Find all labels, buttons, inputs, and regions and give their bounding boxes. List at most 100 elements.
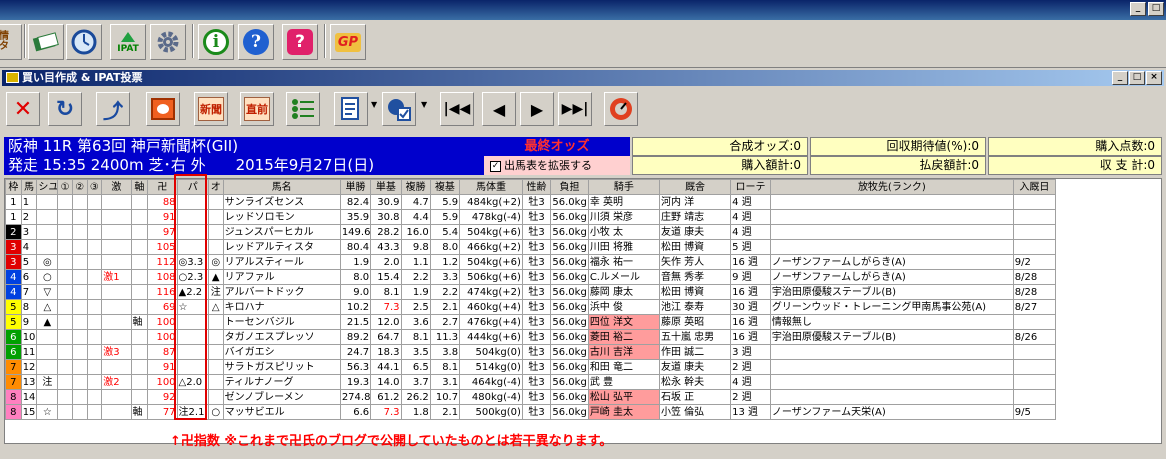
gp-button[interactable]: GP: [330, 24, 366, 60]
first-button[interactable]: |◀◀: [440, 92, 474, 126]
photo-button[interactable]: [146, 92, 180, 126]
cell-waku: 4: [5, 269, 22, 285]
main-restore-button[interactable]: □: [1148, 2, 1164, 16]
table-row[interactable]: 7 13 注激2 100 △2.0 ティルナノーグ 19.3 14.0 3.7 3.1 464kg(…: [5, 374, 1057, 390]
header-m3[interactable]: ③: [86, 179, 103, 195]
table-row[interactable]: 6 11 激3 87 バイガエシ 24.7 18.3 3.5 3.8 504kg(0) 牡3 56.0…: [5, 344, 1057, 360]
direct-button[interactable]: 直前: [240, 92, 274, 126]
cell-m3: [86, 194, 103, 210]
list-button[interactable]: [286, 92, 320, 126]
main-minimize-button[interactable]: _: [1130, 2, 1146, 16]
cell-win-odds: 89.2: [339, 329, 372, 345]
table-row[interactable]: 3 4 105 レッドアルティスタ 80.4 43.3 9.8 8.0 466kg(+2) 牡3 5…: [5, 239, 1057, 255]
cell-horse-name: リアルスティール: [222, 254, 341, 270]
ipat-button[interactable]: IPAT: [110, 24, 146, 60]
cell-geki: [101, 314, 132, 330]
cell-weight: 466kg(+2): [459, 239, 523, 255]
question-button[interactable]: ?: [282, 24, 318, 60]
header-sex-age[interactable]: 性齢: [521, 179, 552, 195]
header-manji[interactable]: 卍: [147, 179, 178, 195]
cell-win-odds: 149.6: [339, 224, 372, 240]
expand-checkbox[interactable]: ✓ 出馬表を拡張する: [484, 156, 630, 175]
cell-jiku: 軸: [130, 314, 149, 330]
cell-geki: [101, 389, 132, 405]
cell-win-odds: 21.5: [339, 314, 372, 330]
header-m2[interactable]: ②: [71, 179, 88, 195]
vote-icon: [386, 96, 412, 122]
cell-burden: 56.0kg: [550, 344, 589, 360]
header-geki[interactable]: 激: [101, 179, 132, 195]
header-place-odds[interactable]: 複勝: [400, 179, 431, 195]
header-rotation[interactable]: ローテ: [730, 179, 771, 195]
table-row[interactable]: 5 8 △ 69 ☆ △ キロハナ 10.2 7.3 2.5 2.1 460kg(+4) 牡3 56.0k…: [5, 299, 1057, 315]
cell-place-odds: 4.4: [400, 209, 431, 225]
cell-horse-name: サラトガスピリット: [222, 359, 341, 375]
clock-button[interactable]: [66, 24, 102, 60]
vote-button[interactable]: [382, 92, 416, 126]
cash-button[interactable]: [28, 24, 64, 60]
table-row[interactable]: 1 2 91 レッドソロモン 35.9 30.8 4.4 5.9 478kg(-4) 牡3 56.0…: [5, 209, 1057, 225]
table-row[interactable]: 4 7 ▽ 116 ▲2.2 注アルバートドック 9.0 8.1 1.9 2.2 474kg(+2)…: [5, 284, 1057, 300]
help-button[interactable]: ?: [238, 24, 274, 60]
header-shiyu[interactable]: シユ: [36, 179, 59, 195]
refresh-button[interactable]: ↻: [48, 92, 82, 126]
child-window-title: 買い目作成 & IPAT投票 _ □ ×: [2, 70, 1164, 86]
info-button[interactable]: i: [198, 24, 234, 60]
child-close-button[interactable]: ×: [1146, 71, 1162, 85]
header-place-base[interactable]: 複基: [429, 179, 461, 195]
cell-umaban: 9: [20, 314, 38, 330]
table-row[interactable]: 7 12 91 サラトガスピリット 56.3 44.1 6.5 8.1 514kg(0) 牡3 56…: [5, 359, 1057, 375]
header-jiku[interactable]: 軸: [130, 179, 149, 195]
cell-farm: [769, 359, 1014, 375]
table-row[interactable]: 4 6 ○ 激1 108 ○2.3 ▲ リアファル 8.0 15.4 2.2 3.3 506kg(+6)…: [5, 269, 1057, 285]
next-button[interactable]: ▶: [520, 92, 554, 126]
header-o[interactable]: オ: [207, 179, 224, 195]
cell-waku: 5: [5, 314, 22, 330]
header-arrival[interactable]: 入厩日: [1012, 179, 1057, 195]
cell-jiku: 軸: [130, 404, 149, 420]
table-row[interactable]: 2 3 97 ジュンスパーヒカル 149.6 28.2 16.0 5.4 504kg(+6) 牡3…: [5, 224, 1057, 240]
table-row[interactable]: 8 14 92 ゼンノブレーメン 274.8 61.2 26.2 10.7 480kg(-4) 牡…: [5, 389, 1057, 405]
header-win-odds[interactable]: 単勝: [339, 179, 372, 195]
check-icon[interactable]: ✓: [490, 160, 501, 172]
header-horse-name[interactable]: 馬名: [222, 179, 341, 195]
last-button[interactable]: ▶▶|: [558, 92, 592, 126]
header-umaban[interactable]: 馬: [20, 179, 38, 195]
header-waku[interactable]: 枠: [5, 179, 22, 195]
cell-place-base: 3.8: [429, 344, 461, 360]
newspaper-icon: 新聞: [198, 97, 224, 121]
header-win-base[interactable]: 単基: [370, 179, 402, 195]
cell-win-odds: 24.7: [339, 344, 372, 360]
child-minimize-button[interactable]: _: [1112, 71, 1128, 85]
prev-button[interactable]: ◀: [482, 92, 516, 126]
header-weight[interactable]: 馬体重: [459, 179, 523, 195]
clear-button[interactable]: ✕: [6, 92, 40, 126]
cell-horse-name: バイガエシ: [222, 344, 341, 360]
gauge-button[interactable]: [604, 92, 638, 126]
header-burden[interactable]: 負担: [550, 179, 589, 195]
cell-m3: [86, 359, 103, 375]
table-row[interactable]: 6 10 100 タガノエスプレッソ 89.2 64.7 8.1 11.3 444kg(+6) 牡…: [5, 329, 1057, 345]
table-row[interactable]: 3 5 ◎ 112 ◎3.3 ◎ リアルスティール 1.9 2.0 1.1 1.2 504kg(+6)…: [5, 254, 1057, 270]
table-row[interactable]: 5 9 ▲ 軸 100 トーセンバジル 21.5 12.0 3.6 2.7 476kg(+4) 牡3 5…: [5, 314, 1057, 330]
header-farm[interactable]: 放牧先(ランク): [769, 179, 1014, 195]
child-maximize-button[interactable]: □: [1129, 71, 1145, 85]
cell-geki: [101, 284, 132, 300]
cell-sex-age: 牡3: [521, 299, 552, 315]
header-m1[interactable]: ①: [57, 179, 73, 195]
memo-button[interactable]: [334, 92, 368, 126]
undo-button[interactable]: ⤴: [96, 92, 130, 126]
cell-jockey: 小牧 太: [587, 224, 660, 240]
cell-o: [207, 209, 224, 225]
settings-button[interactable]: [150, 24, 186, 60]
header-trainer[interactable]: 厩舎: [658, 179, 732, 195]
header-jockey[interactable]: 騎手: [587, 179, 660, 195]
newspaper-button[interactable]: 新聞: [194, 92, 228, 126]
table-row[interactable]: 8 15 ☆ 軸 77 注2.1 ○ マッサビエル 6.6 7.3 1.8 2.1 500kg(0) 牡3…: [5, 404, 1057, 420]
cell-sex-age: 牡3: [521, 314, 552, 330]
cell-farm: ノーザンファームしがらき(A): [769, 269, 1014, 285]
vote-dropdown-icon[interactable]: ▼: [421, 100, 427, 109]
data-button[interactable]: 情 タ: [0, 24, 22, 60]
table-row[interactable]: 1 1 88 サンライズセンス 82.4 30.9 4.7 5.9 484kg(+2) 牡3 56.…: [5, 194, 1057, 210]
memo-dropdown-icon[interactable]: ▼: [371, 100, 377, 109]
